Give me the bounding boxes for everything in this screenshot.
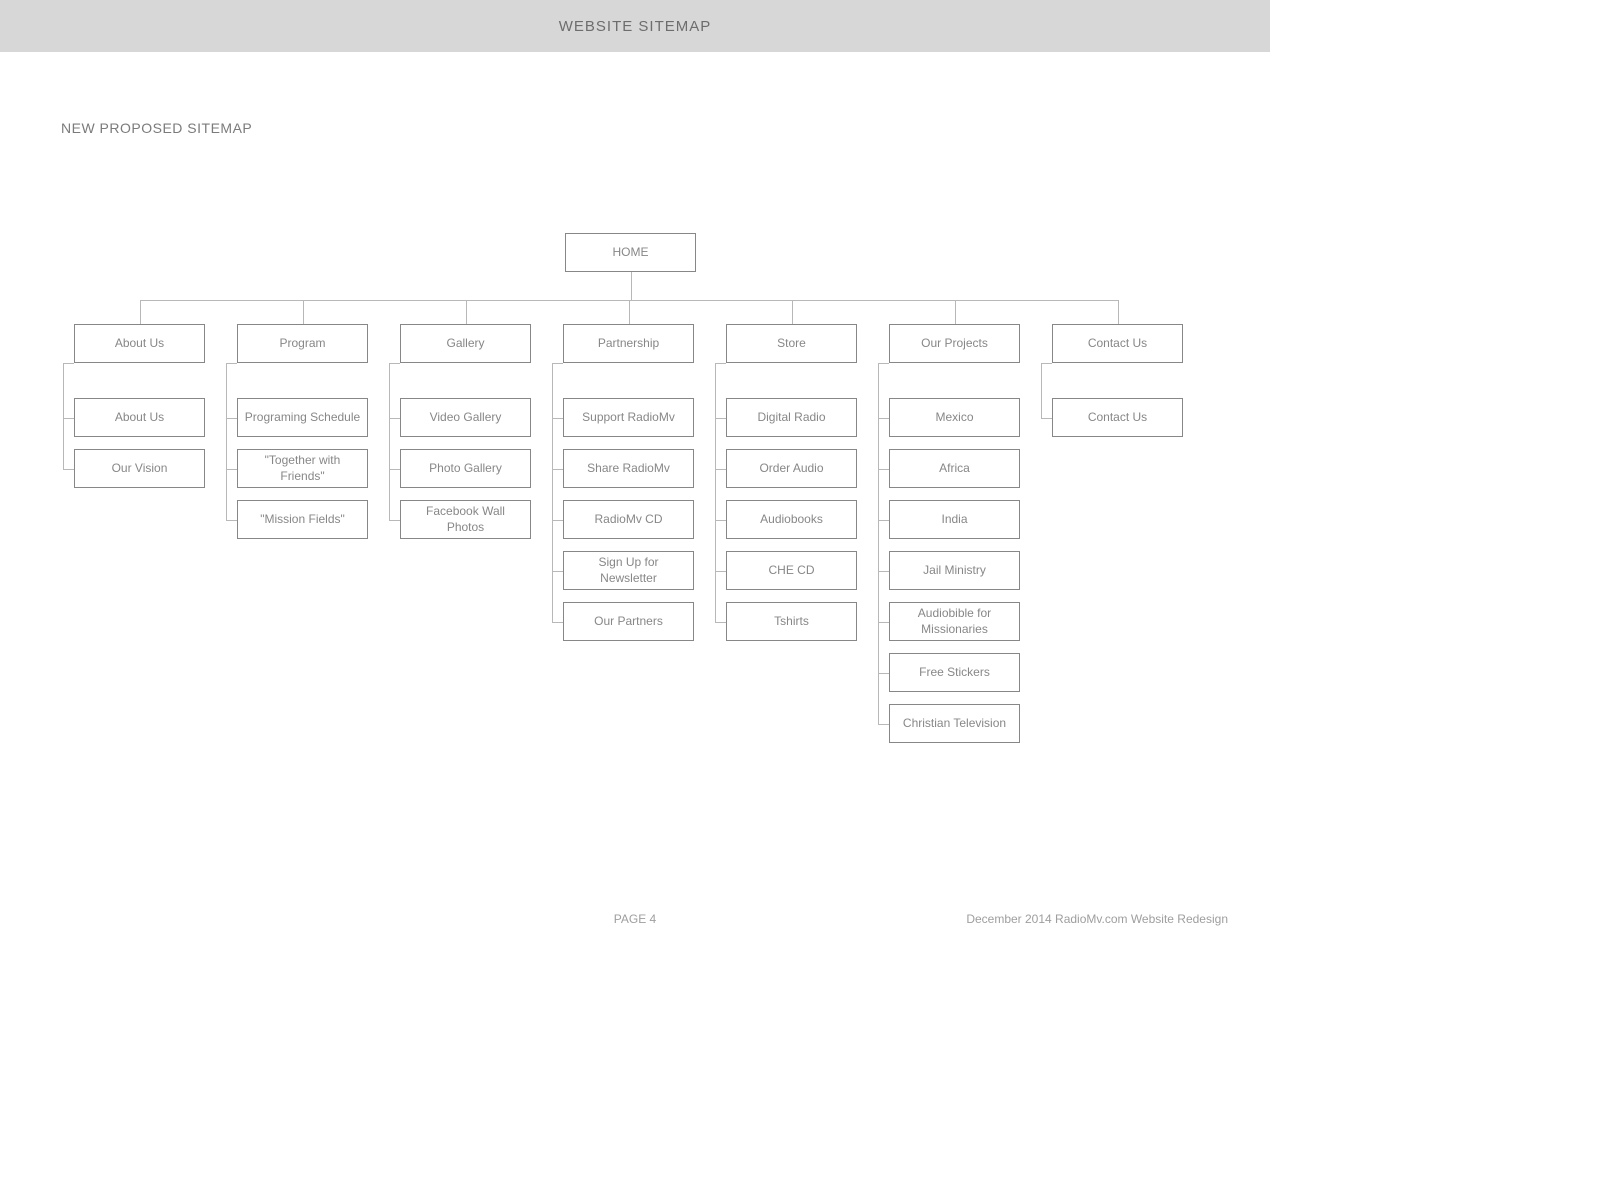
connector-line — [1118, 300, 1119, 324]
connector-line — [715, 469, 726, 470]
connector-line — [226, 469, 237, 470]
connector-line — [389, 418, 400, 419]
sitemap-child-3-4: Our Partners — [563, 602, 694, 641]
connector-line — [226, 520, 237, 521]
connector-line — [552, 363, 553, 622]
connector-line — [303, 300, 304, 324]
sitemap-child-5-5: Free Stickers — [889, 653, 1020, 692]
connector-line — [878, 520, 889, 521]
connector-line — [1041, 363, 1042, 418]
connector-line — [63, 363, 74, 364]
connector-line — [878, 469, 889, 470]
sitemap-branch-2: Gallery — [400, 324, 531, 363]
sitemap-child-4-2: Audiobooks — [726, 500, 857, 539]
connector-line — [878, 673, 889, 674]
connector-line — [63, 363, 64, 469]
page-title: WEBSITE SITEMAP — [559, 18, 712, 35]
connector-line — [552, 363, 563, 364]
connector-line — [715, 363, 726, 364]
connector-line — [389, 469, 400, 470]
sitemap-branch-3: Partnership — [563, 324, 694, 363]
connector-line — [1041, 363, 1052, 364]
connector-line — [466, 300, 467, 324]
sitemap-child-2-0: Video Gallery — [400, 398, 531, 437]
connector-line — [715, 571, 726, 572]
sitemap-child-5-2: India — [889, 500, 1020, 539]
connector-line — [63, 469, 74, 470]
sitemap-child-4-4: Tshirts — [726, 602, 857, 641]
sitemap-child-0-1: Our Vision — [74, 449, 205, 488]
connector-line — [552, 571, 563, 572]
sitemap-child-2-2: Facebook Wall Photos — [400, 500, 531, 539]
sitemap-child-3-2: RadioMv CD — [563, 500, 694, 539]
connector-line — [140, 300, 141, 324]
sitemap-child-1-0: Programing Schedule — [237, 398, 368, 437]
section-subtitle: NEW PROPOSED SITEMAP — [61, 120, 252, 136]
connector-line — [1041, 418, 1052, 419]
sitemap-branch-0: About Us — [74, 324, 205, 363]
sitemap-child-5-4: Audiobible for Missionaries — [889, 602, 1020, 641]
connector-line — [878, 622, 889, 623]
connector-line — [792, 300, 793, 324]
connector-line — [878, 363, 889, 364]
sitemap-child-5-1: Africa — [889, 449, 1020, 488]
connector-line — [226, 418, 237, 419]
sitemap-branch-4: Store — [726, 324, 857, 363]
connector-line — [629, 300, 630, 324]
sitemap-child-2-1: Photo Gallery — [400, 449, 531, 488]
connector-line — [715, 418, 726, 419]
sitemap-child-3-3: Sign Up for Newsletter — [563, 551, 694, 590]
connector-line — [226, 363, 237, 364]
connector-line — [552, 418, 563, 419]
sitemap-child-4-0: Digital Radio — [726, 398, 857, 437]
sitemap-branch-1: Program — [237, 324, 368, 363]
footer-tagline: December 2014 RadioMv.com Website Redesi… — [966, 912, 1228, 926]
sitemap-child-3-0: Support RadioMv — [563, 398, 694, 437]
connector-line — [552, 622, 563, 623]
page-header: WEBSITE SITEMAP — [0, 0, 1270, 52]
sitemap-root: HOME — [565, 233, 696, 272]
connector-line — [552, 469, 563, 470]
connector-line — [226, 363, 227, 520]
connector-line — [878, 418, 889, 419]
connector-line — [389, 520, 400, 521]
connector-line — [878, 571, 889, 572]
connector-line — [955, 300, 956, 324]
connector-line — [878, 724, 889, 725]
sitemap-child-5-3: Jail Ministry — [889, 551, 1020, 590]
sitemap-child-6-0: Contact Us — [1052, 398, 1183, 437]
connector-line — [389, 363, 400, 364]
sitemap-child-3-1: Share RadioMv — [563, 449, 694, 488]
connector-line — [63, 418, 74, 419]
connector-line — [715, 622, 726, 623]
sitemap-branch-5: Our Projects — [889, 324, 1020, 363]
connector-line — [552, 520, 563, 521]
sitemap-child-5-0: Mexico — [889, 398, 1020, 437]
sitemap-child-4-3: CHE CD — [726, 551, 857, 590]
sitemap-child-0-0: About Us — [74, 398, 205, 437]
sitemap-child-1-2: "Mission Fields" — [237, 500, 368, 539]
connector-line — [631, 272, 632, 300]
footer-page-number: PAGE 4 — [614, 912, 656, 926]
sitemap-child-5-6: Christian Television — [889, 704, 1020, 743]
sitemap-branch-6: Contact Us — [1052, 324, 1183, 363]
sitemap-child-4-1: Order Audio — [726, 449, 857, 488]
connector-line — [715, 520, 726, 521]
connector-line — [389, 363, 390, 520]
connector-line — [715, 363, 716, 622]
sitemap-child-1-1: "Together with Friends" — [237, 449, 368, 488]
